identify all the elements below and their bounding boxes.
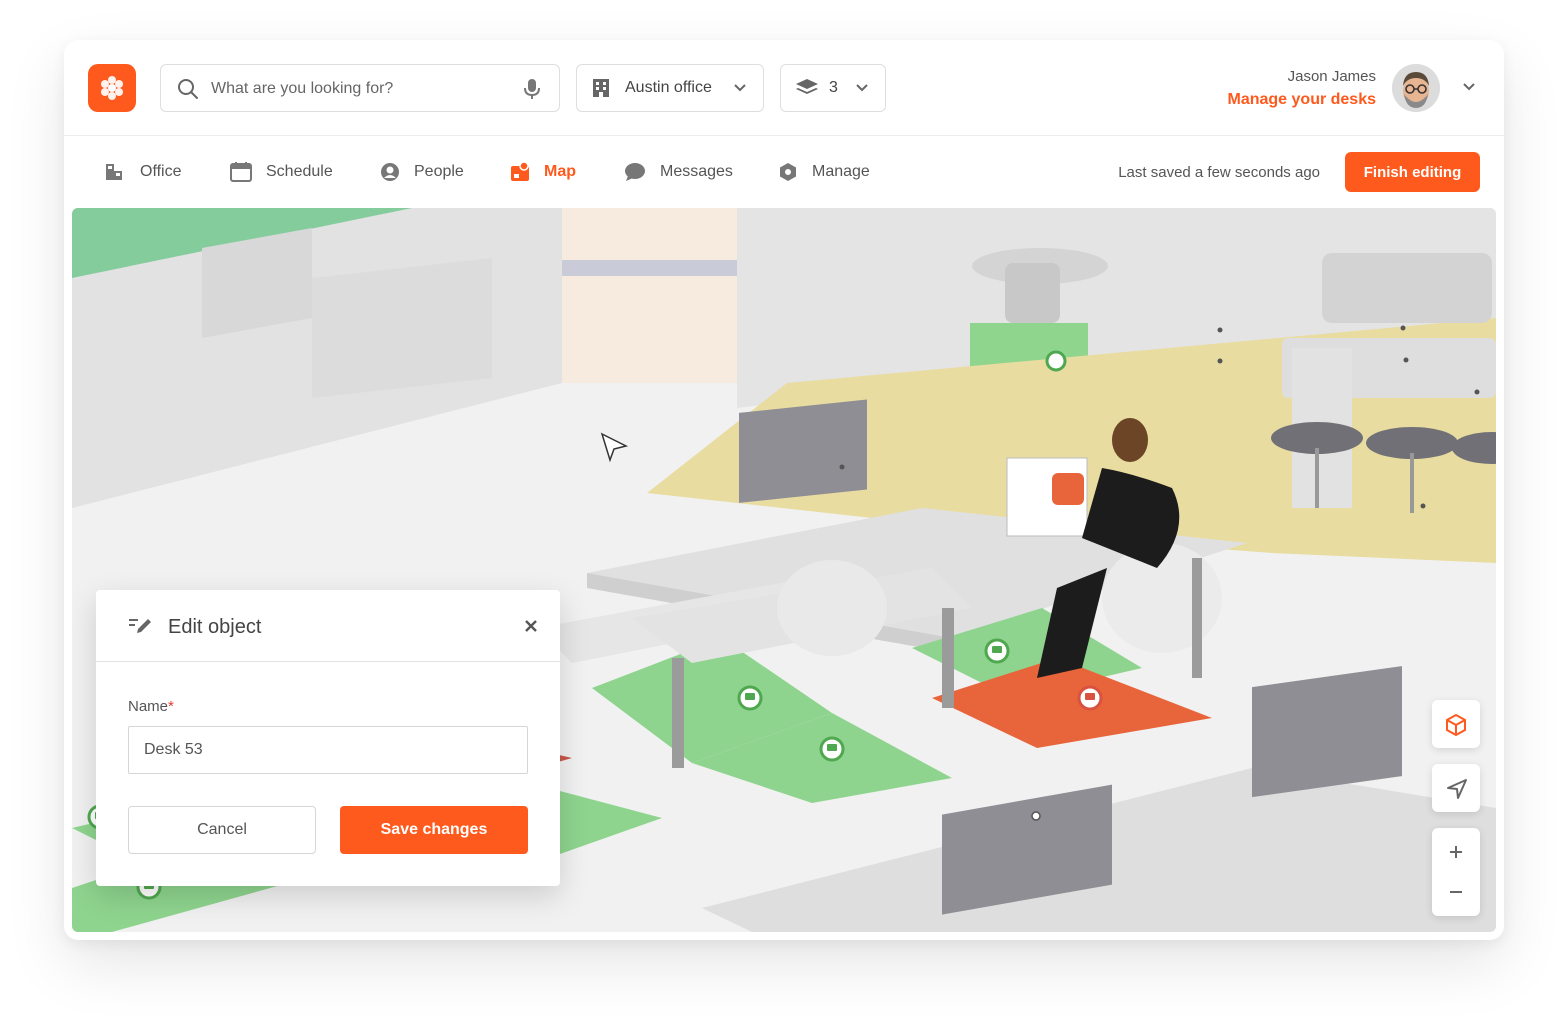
locate-button[interactable] xyxy=(1432,764,1480,812)
nav-item-label: Messages xyxy=(660,163,733,180)
app-window: Austin office 3 Jason James Manage your … xyxy=(64,40,1504,940)
nav-item-label: Manage xyxy=(812,163,870,180)
hexagon-icon xyxy=(780,163,796,181)
locate-control[interactable] xyxy=(1432,766,1480,810)
zoom-in-button[interactable] xyxy=(1432,830,1480,874)
nav-item-label: Schedule xyxy=(266,163,333,180)
required-marker: * xyxy=(168,698,174,715)
top-bar: Austin office 3 Jason James Manage your … xyxy=(64,40,1504,136)
chevron-down-icon xyxy=(734,84,746,92)
manage-desks-link[interactable]: Manage your desks xyxy=(1228,91,1377,109)
user-name: Jason James xyxy=(1287,68,1376,85)
zoom-controls xyxy=(1432,828,1480,916)
floor-selector[interactable]: 3 xyxy=(780,64,886,112)
save-status: Last saved a few seconds ago xyxy=(1118,164,1320,181)
office-selector[interactable]: Austin office xyxy=(576,64,764,112)
view-3d-button[interactable] xyxy=(1432,700,1480,748)
nav-item-label: People xyxy=(414,163,464,180)
zoom-out-button[interactable] xyxy=(1432,870,1480,914)
nav-item-office[interactable]: Office xyxy=(104,160,182,184)
search-input[interactable] xyxy=(211,75,511,103)
cube-3d-icon xyxy=(1446,714,1466,736)
office-icon xyxy=(106,164,122,180)
finish-editing-button[interactable]: Finish editing xyxy=(1345,152,1480,192)
floor-selector-value: 3 xyxy=(829,79,838,96)
building-icon xyxy=(593,79,609,97)
name-field[interactable] xyxy=(128,726,528,774)
search-icon xyxy=(178,79,198,99)
map-icon xyxy=(511,162,529,181)
locate-arrow-icon xyxy=(1447,779,1467,799)
nav-item-map[interactable]: Map xyxy=(510,160,576,184)
edit-object-panel: Edit object Name* Cancel Save changes xyxy=(96,590,560,886)
nav-item-people[interactable]: People xyxy=(380,160,464,184)
chevron-down-icon xyxy=(856,84,868,92)
office-map[interactable]: Edit object Name* Cancel Save changes xyxy=(72,208,1496,932)
save-changes-button[interactable]: Save changes xyxy=(340,806,528,854)
chevron-down-icon[interactable] xyxy=(1462,82,1476,92)
name-field-label: Name* xyxy=(128,698,174,715)
layers-icon xyxy=(796,79,818,94)
close-icon[interactable] xyxy=(524,619,538,633)
main-nav: Office Schedule People Map Messages Mana… xyxy=(64,136,1504,208)
nav-item-label: Office xyxy=(140,163,182,180)
person-icon xyxy=(381,163,399,181)
avatar[interactable] xyxy=(1392,64,1440,112)
search-bar[interactable] xyxy=(160,64,560,112)
nav-item-schedule[interactable]: Schedule xyxy=(230,160,333,184)
edit-panel-title: Edit object xyxy=(168,616,262,638)
nav-item-label: Map xyxy=(544,163,576,180)
chat-icon xyxy=(625,163,645,181)
edit-panel-header: Edit object xyxy=(96,590,560,662)
zoom-out-icon xyxy=(1450,891,1462,893)
calendar-icon xyxy=(230,162,252,182)
cancel-button[interactable]: Cancel xyxy=(128,806,316,854)
office-selector-value: Austin office xyxy=(625,79,712,96)
cube-3d-button[interactable] xyxy=(1432,702,1480,746)
nav-item-manage[interactable]: Manage xyxy=(778,160,870,184)
nav-item-messages[interactable]: Messages xyxy=(624,160,733,184)
flower-logo-icon[interactable] xyxy=(88,64,136,112)
zoom-in-icon xyxy=(1450,846,1462,858)
edit-pencil-icon xyxy=(129,619,151,633)
microphone-icon[interactable] xyxy=(523,78,541,100)
